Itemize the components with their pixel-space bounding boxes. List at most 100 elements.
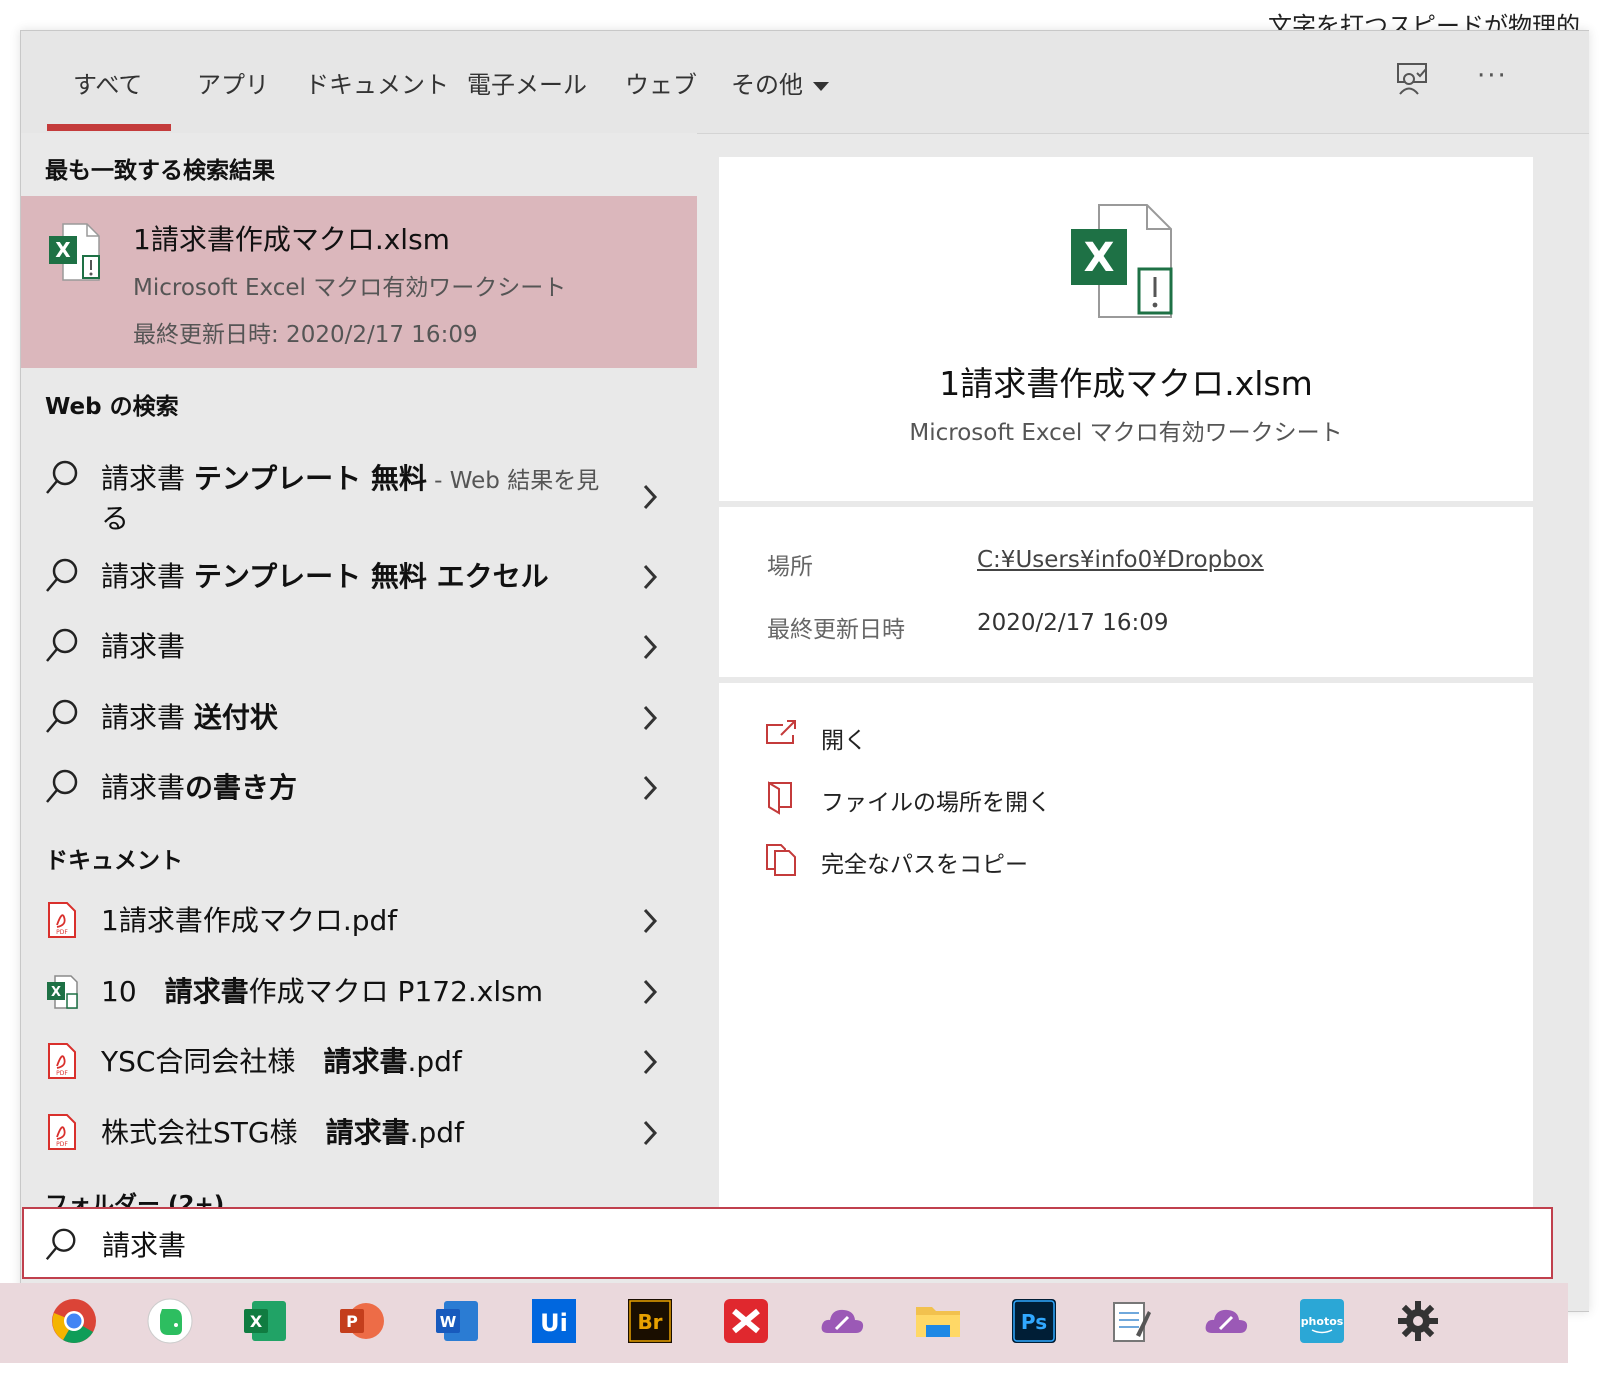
search-icon <box>46 628 78 662</box>
evernote-icon[interactable] <box>146 1297 194 1345</box>
search-icon <box>46 460 78 494</box>
web-result-item[interactable]: 請求書 <box>21 613 697 679</box>
svg-text:W: W <box>440 1313 457 1331</box>
best-match-modified: 最終更新日時: 2020/2/17 16:09 <box>133 322 478 348</box>
best-match-heading: 最も一致する検索結果 <box>45 158 275 184</box>
file-explorer-icon[interactable] <box>914 1297 962 1345</box>
chevron-right-icon <box>643 564 658 590</box>
chevron-right-icon <box>643 705 658 731</box>
powerpoint-icon[interactable]: P <box>338 1297 386 1345</box>
svg-text:Ui: Ui <box>540 1309 568 1337</box>
svg-text:PDF: PDF <box>56 1141 68 1148</box>
svg-text:X: X <box>51 985 61 1000</box>
filter-tab-bar: すべて アプリ ドキュメント 電子メール ウェブ その他 ··· <box>21 31 1589 134</box>
folder-location-icon <box>768 781 792 815</box>
onedrive-cloud-icon-2[interactable] <box>1202 1297 1250 1345</box>
svg-text:X: X <box>250 1312 263 1331</box>
search-icon <box>45 1228 76 1260</box>
tab-email[interactable]: 電子メール <box>467 65 587 100</box>
tab-apps[interactable]: アプリ <box>197 65 269 100</box>
tab-more-label: その他 <box>731 71 803 99</box>
web-result-item[interactable]: 請求書 送付状 <box>21 684 697 750</box>
amazon-photos-icon[interactable]: photos <box>1298 1297 1346 1345</box>
word-icon[interactable]: W <box>434 1297 482 1345</box>
svg-text:PDF: PDF <box>56 929 68 936</box>
web-result-text: 請求書の書き方 <box>101 771 298 804</box>
excel-file-icon: X <box>47 975 78 1009</box>
web-result-text-wrap: る <box>101 502 130 535</box>
open-label: 開く <box>821 728 867 754</box>
notepad-icon[interactable] <box>1106 1297 1154 1345</box>
search-icon <box>46 699 78 733</box>
web-result-item[interactable]: 請求書 テンプレート 無料 - Web 結果を見 る <box>21 445 697 545</box>
chevron-right-icon <box>643 908 658 934</box>
tab-more[interactable]: その他 <box>731 65 829 100</box>
document-item-text: 10 請求書作成マクロ P172.xlsm <box>101 975 543 1008</box>
document-item[interactable]: PDF 1請求書作成マクロ.pdf <box>21 887 697 953</box>
chevron-right-icon <box>643 979 658 1005</box>
svg-text:Br: Br <box>637 1310 662 1334</box>
more-options-icon[interactable]: ··· <box>1477 61 1508 91</box>
excel-icon[interactable]: X <box>242 1297 290 1345</box>
web-result-item[interactable]: 請求書の書き方 <box>21 754 697 820</box>
svg-text:P: P <box>346 1312 358 1331</box>
best-match-title: 1請求書作成マクロ.xlsm <box>133 223 450 256</box>
search-input[interactable] <box>100 1219 1504 1269</box>
preview-details-card: 場所 C:¥Users¥info0¥Dropbox 最終更新日時 2020/2/… <box>719 507 1533 677</box>
chevron-right-icon <box>643 1049 658 1075</box>
tab-documents[interactable]: ドキュメント <box>305 65 449 100</box>
tab-all[interactable]: すべて <box>73 65 142 100</box>
svg-text:X: X <box>55 238 71 262</box>
uipath-icon[interactable]: Ui <box>530 1297 578 1345</box>
document-item[interactable]: PDF 株式会社STG様 請求書.pdf <box>21 1099 697 1165</box>
chevron-right-icon <box>643 634 658 660</box>
open-icon <box>766 720 796 744</box>
copy-full-path-label: 完全なパスをコピー <box>821 852 1028 878</box>
preview-subtitle: Microsoft Excel マクロ有効ワークシート <box>909 420 1343 446</box>
preview-title: 1請求書作成マクロ.xlsm <box>939 364 1313 403</box>
preview-actions-card: 開く ファイルの場所を開く 完全なパスをコピー <box>719 683 1533 1207</box>
modified-value: 2020/2/17 16:09 <box>977 610 1169 636</box>
document-item[interactable]: PDF YSC合同会社様 請求書.pdf <box>21 1028 697 1094</box>
search-icon <box>46 769 78 803</box>
web-result-text: 請求書 送付状 <box>101 701 278 734</box>
tab-web[interactable]: ウェブ <box>625 65 697 100</box>
search-icon <box>46 558 78 592</box>
best-match-subtitle: Microsoft Excel マクロ有効ワークシート <box>133 275 567 301</box>
chevron-right-icon <box>643 1120 658 1146</box>
feedback-icon[interactable] <box>1395 61 1431 101</box>
photoshop-icon[interactable]: Ps <box>1010 1297 1058 1345</box>
preview-pane: X 1請求書作成マクロ.xlsm Microsoft Excel マクロ有効ワー… <box>719 157 1533 1207</box>
location-link[interactable]: C:¥Users¥info0¥Dropbox <box>977 547 1264 573</box>
results-list: 最も一致する検索結果 X 1請求書作成マクロ.xlsm Microsoft Ex… <box>21 133 697 1207</box>
web-result-text: 請求書 テンプレート 無料 - Web 結果を見 <box>101 462 600 495</box>
excel-macro-file-icon: X <box>47 222 109 288</box>
modified-label: 最終更新日時 <box>767 617 905 643</box>
document-item[interactable]: X 10 請求書作成マクロ P172.xlsm <box>21 958 697 1024</box>
xmind-icon[interactable] <box>722 1297 770 1345</box>
open-file-location-label: ファイルの場所を開く <box>821 790 1051 816</box>
chrome-icon[interactable] <box>50 1297 98 1345</box>
bridge-icon[interactable]: Br <box>626 1297 674 1345</box>
onedrive-cloud-icon[interactable] <box>818 1297 866 1345</box>
excel-macro-file-large-icon: X <box>1067 201 1191 329</box>
chevron-right-icon <box>643 484 658 510</box>
web-result-item[interactable]: 請求書 テンプレート 無料 エクセル <box>21 543 697 609</box>
svg-text:PDF: PDF <box>56 1070 68 1077</box>
location-label: 場所 <box>767 554 813 580</box>
svg-text:X: X <box>1084 235 1115 281</box>
document-item-text: YSC合同会社様 請求書.pdf <box>101 1045 462 1078</box>
active-tab-indicator <box>47 124 171 131</box>
document-item-text: 株式会社STG様 請求書.pdf <box>101 1116 464 1149</box>
document-item-text: 1請求書作成マクロ.pdf <box>101 904 398 937</box>
pdf-icon: PDF <box>48 1114 76 1150</box>
pdf-icon: PDF <box>48 902 76 938</box>
web-result-text: 請求書 テンプレート 無料 エクセル <box>101 560 549 593</box>
settings-gear-icon[interactable] <box>1394 1297 1442 1345</box>
best-match-item[interactable]: X 1請求書作成マクロ.xlsm Microsoft Excel マクロ有効ワー… <box>21 196 697 368</box>
web-search-heading: Web の検索 <box>45 394 179 420</box>
pdf-icon: PDF <box>48 1043 76 1079</box>
web-result-text: 請求書 <box>101 630 186 663</box>
documents-heading: ドキュメント <box>45 848 183 874</box>
search-panel: すべて アプリ ドキュメント 電子メール ウェブ その他 ··· 最も一致する検… <box>20 30 1589 1312</box>
